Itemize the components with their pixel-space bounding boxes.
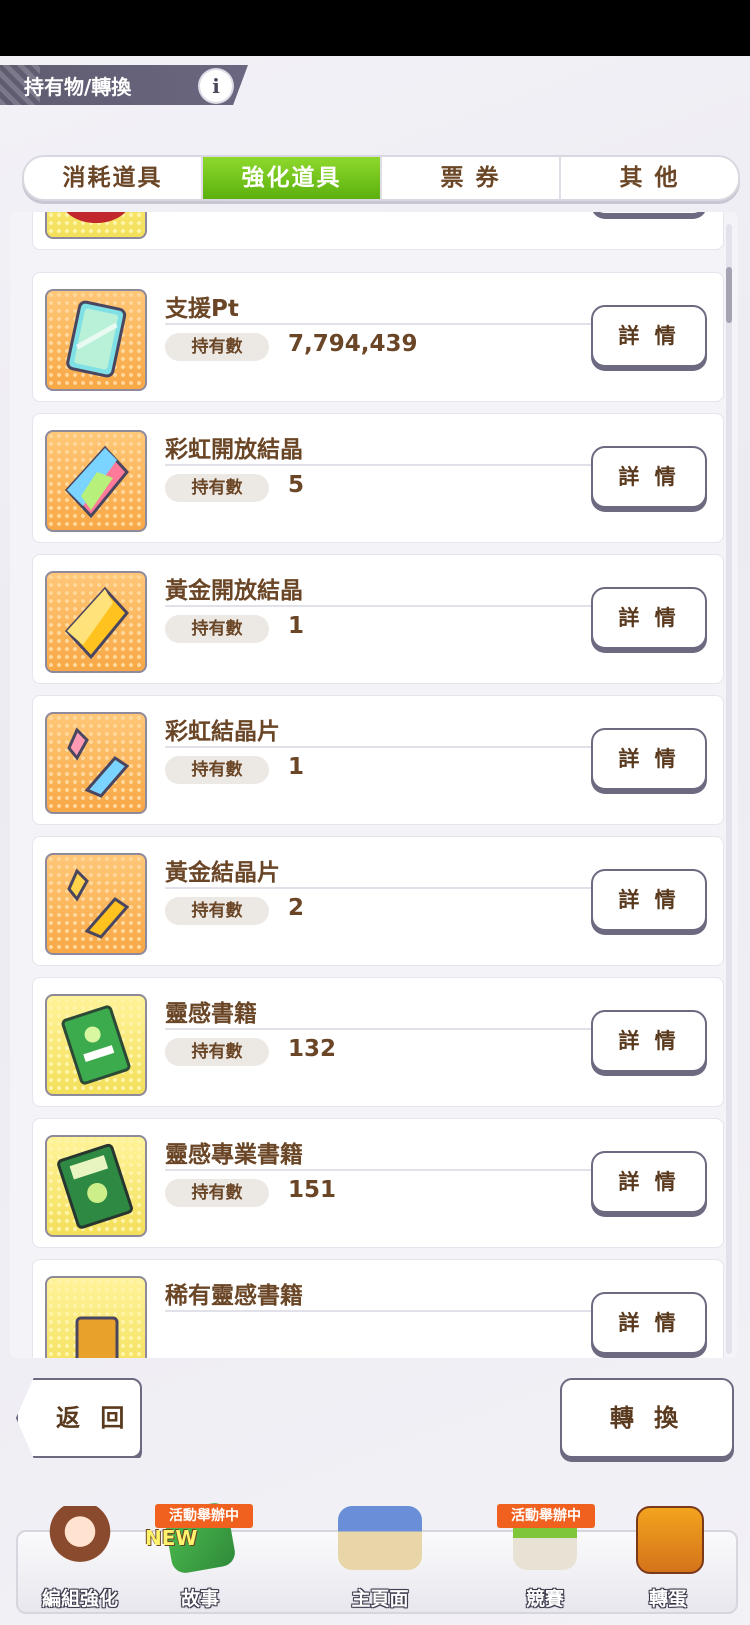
divider <box>165 1028 605 1030</box>
owned-count: 1 <box>288 754 305 780</box>
owned-label: 持有數 <box>165 897 269 925</box>
tab-tickets[interactable]: 票 券 <box>382 157 561 199</box>
owned-label: 持有數 <box>165 333 269 361</box>
owned-count: 7,794,439 <box>288 331 418 357</box>
list-item: 彩虹結晶片 持有數 1 詳 情 <box>32 695 724 825</box>
owned-label: 持有數 <box>165 474 269 502</box>
item-name: 支援Pt <box>165 296 239 322</box>
owned-count: 1 <box>288 613 305 639</box>
detail-button[interactable]: 詳 情 <box>591 587 707 649</box>
item-name: 黃金開放結晶 <box>165 578 303 604</box>
list-item: 黃金結晶片 持有數 2 詳 情 <box>32 836 724 966</box>
tab-consumables[interactable]: 消耗道具 <box>24 157 203 199</box>
tab-enhancement[interactable]: 強化道具 <box>203 157 382 199</box>
list-item: 靈感書籍 持有數 132 詳 情 <box>32 977 724 1107</box>
rainbow-shard-icon <box>45 712 147 814</box>
item-name: 靈感專業書籍 <box>165 1142 303 1168</box>
detail-button[interactable]: 詳 情 <box>591 212 707 215</box>
new-badge: NEW <box>145 1526 198 1550</box>
list-item: 彩虹開放結晶 持有數 5 詳 情 <box>32 413 724 543</box>
detail-button[interactable]: 詳 情 <box>591 1010 707 1072</box>
list-item: 靈感專業書籍 持有數 151 詳 情 <box>32 1118 724 1248</box>
detail-button[interactable]: 詳 情 <box>591 869 707 931</box>
inspiration-pro-book-icon <box>45 1135 147 1237</box>
divider <box>165 746 605 748</box>
divider <box>165 464 605 466</box>
page-title: 持有物/轉換 <box>24 75 132 99</box>
scrollbar-track[interactable] <box>726 224 732 1354</box>
item-name: 稀有靈感書籍 <box>165 1283 303 1309</box>
gold-shard-icon <box>45 853 147 955</box>
back-button-label[interactable]: 返 回 <box>56 1398 130 1433</box>
owned-count: 132 <box>288 1036 337 1062</box>
rare-inspiration-book-icon <box>45 1276 147 1358</box>
status-bar <box>0 0 750 56</box>
support-pt-card-icon <box>45 289 147 391</box>
inspiration-book-icon <box>45 994 147 1096</box>
divider <box>165 887 605 889</box>
divider <box>165 605 605 607</box>
list-item: 黃金開放結晶 持有數 1 詳 情 <box>32 554 724 684</box>
item-name: 黃金結晶片 <box>165 860 280 886</box>
nav-team-enhance[interactable]: 編組強化 <box>20 1490 140 1615</box>
event-badge-race: 活動舉辦中 <box>497 1504 595 1528</box>
detail-button[interactable]: 詳 情 <box>591 446 707 508</box>
owned-count: 151 <box>288 1177 337 1203</box>
owned-label: 持有數 <box>165 615 269 643</box>
item-name: 彩虹開放結晶 <box>165 437 303 463</box>
item-name: 彩虹結晶片 <box>165 719 280 745</box>
list-item: 支援Pt 持有數 7,794,439 詳 情 <box>32 272 724 402</box>
event-badge-story: 活動舉辦中 <box>155 1504 253 1528</box>
list-item: 詳 情 <box>32 212 724 250</box>
divider <box>165 323 605 325</box>
gacha-door-icon <box>636 1506 704 1574</box>
detail-button[interactable]: 詳 情 <box>591 728 707 790</box>
item-name: 靈感書籍 <box>165 1001 257 1027</box>
owned-label: 持有數 <box>165 756 269 784</box>
owned-count: 5 <box>288 472 305 498</box>
divider <box>165 1310 605 1312</box>
detail-button[interactable]: 詳 情 <box>591 1292 707 1354</box>
scrollbar-thumb[interactable] <box>726 267 732 323</box>
category-tabs: 消耗道具 強化道具 票 券 其 他 <box>22 155 740 201</box>
item-list[interactable]: 詳 情 支援Pt 持有數 7,794,439 詳 情 彩虹開放結晶 持有數 5 … <box>10 212 738 1358</box>
home-building-icon <box>338 1506 422 1570</box>
owned-label: 持有數 <box>165 1179 269 1207</box>
tab-others[interactable]: 其 他 <box>561 157 738 199</box>
character-portrait-icon <box>48 1506 112 1570</box>
rainbow-crystal-icon <box>45 430 147 532</box>
nav-home[interactable]: 主頁面 <box>310 1490 450 1615</box>
owned-label: 持有數 <box>165 1038 269 1066</box>
detail-button[interactable]: 詳 情 <box>591 1151 707 1213</box>
gold-crystal-icon <box>45 571 147 673</box>
list-item: 稀有靈感書籍 詳 情 <box>32 1259 724 1358</box>
shoe-item-icon <box>45 212 147 239</box>
detail-button[interactable]: 詳 情 <box>591 305 707 367</box>
divider <box>165 1169 605 1171</box>
owned-count: 2 <box>288 895 305 921</box>
nav-gacha[interactable]: 轉蛋 <box>608 1490 728 1615</box>
info-icon[interactable]: i <box>200 70 232 102</box>
convert-button[interactable]: 轉 換 <box>560 1378 734 1458</box>
